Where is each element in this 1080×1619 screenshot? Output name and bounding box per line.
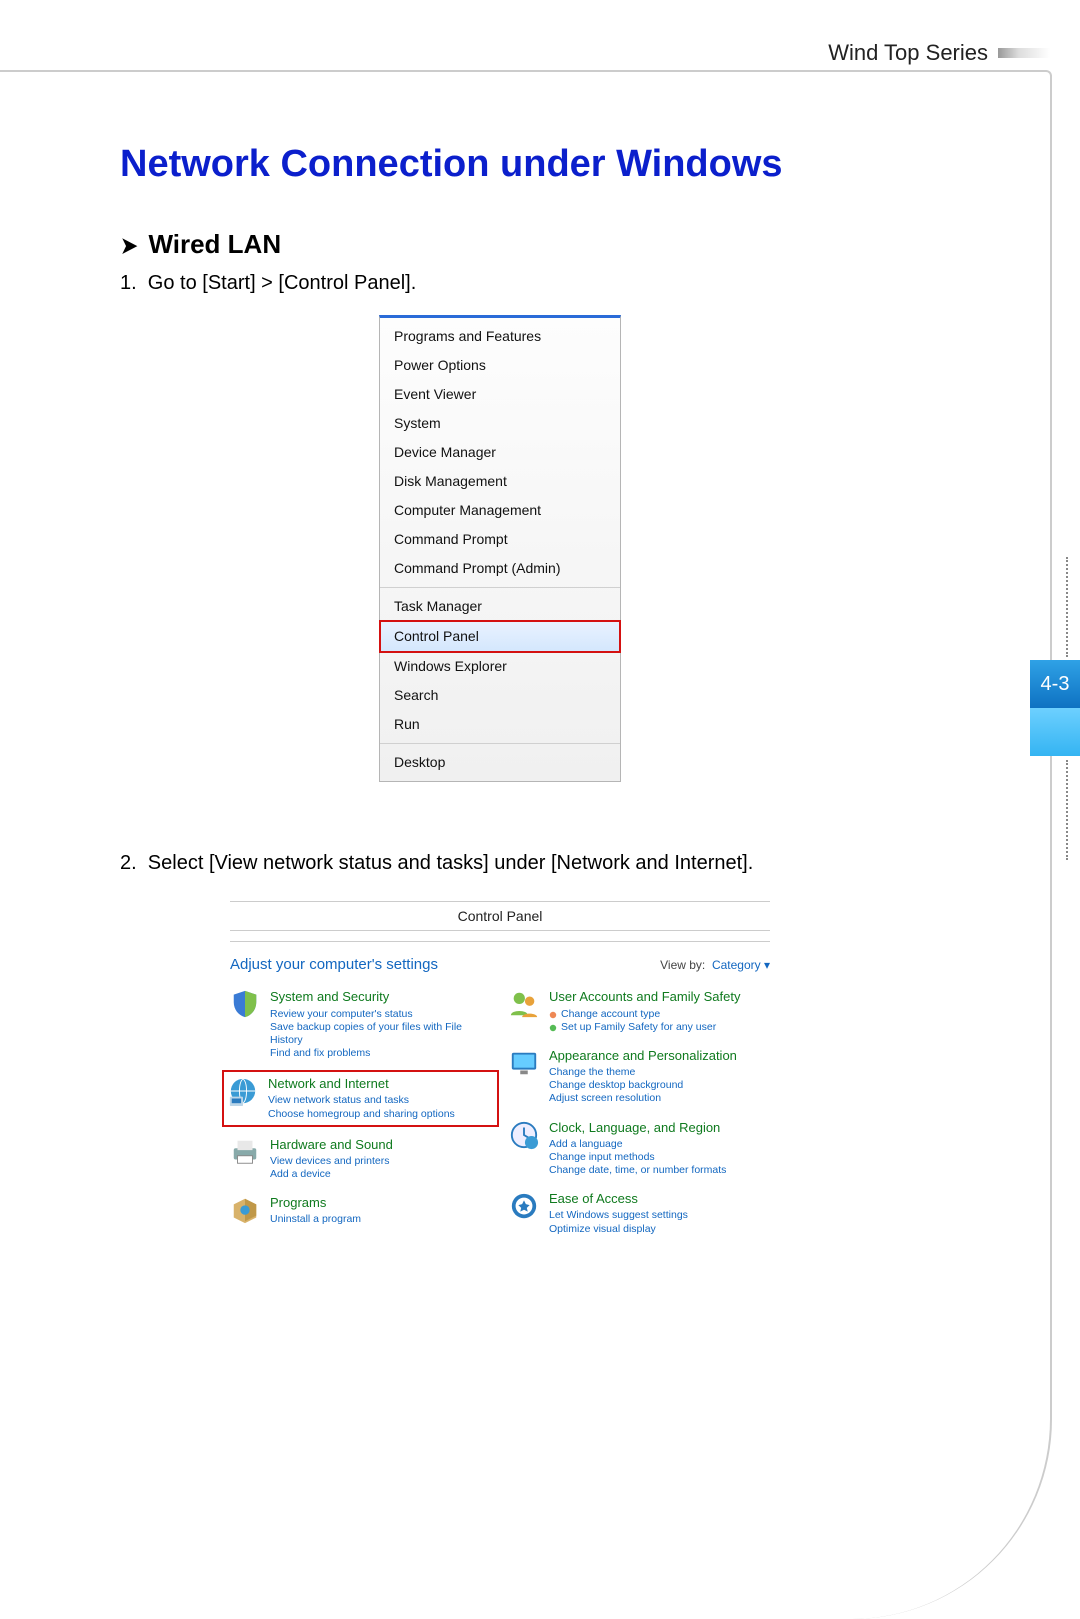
printer-icon	[230, 1137, 260, 1167]
section-heading: ➤ Wired LAN	[120, 229, 880, 260]
bullet-icon	[549, 1010, 557, 1018]
control-panel-figure: Control Panel Adjust your computer's set…	[220, 893, 780, 1273]
cp-sublink[interactable]: Let Windows suggest settings	[549, 1209, 688, 1222]
cp-columns: System and Security Review your computer'…	[230, 989, 770, 1249]
cp-sublink[interactable]: Adjust screen resolution	[549, 1092, 737, 1105]
step-2: 2. Select [View network status and tasks…	[120, 852, 880, 875]
cp-sublink[interactable]: Uninstall a program	[270, 1213, 361, 1226]
page-number-tab: 4-3	[1030, 660, 1080, 708]
menu-item[interactable]: Search	[380, 681, 620, 710]
cp-sublink[interactable]: View network status and tasks	[268, 1094, 455, 1107]
menu-item[interactable]: Programs and Features	[380, 322, 620, 351]
series-name: Wind Top Series	[828, 40, 988, 66]
start-menu-figure: Programs and FeaturesPower OptionsEvent …	[120, 315, 880, 782]
cp-sublink[interactable]: Save backup copies of your files with Fi…	[270, 1021, 491, 1047]
menu-item[interactable]: Power Options	[380, 351, 620, 380]
cp-sublink[interactable]: Choose homegroup and sharing options	[268, 1108, 455, 1121]
menu-item[interactable]: Task Manager	[380, 592, 620, 621]
step-2-text: Select [View network status and tasks] u…	[148, 852, 754, 874]
cp-category: Ease of Access Let Windows suggest settin…	[509, 1191, 770, 1236]
menu-item[interactable]: Desktop	[380, 748, 620, 777]
cp-sublink[interactable]: Change input methods	[549, 1151, 726, 1164]
cp-category: Hardware and Sound View devices and print…	[230, 1137, 491, 1182]
section-heading-text: Wired LAN	[148, 229, 281, 259]
cp-category: System and Security Review your computer'…	[230, 989, 491, 1060]
step-1: 1. Go to [Start] > [Control Panel].	[120, 272, 880, 295]
cp-category-head[interactable]: Clock, Language, and Region	[549, 1120, 726, 1136]
cp-window-title: Control Panel	[230, 904, 770, 930]
start-menu: Programs and FeaturesPower OptionsEvent …	[379, 315, 621, 782]
step-1-text: Go to [Start] > [Control Panel].	[148, 272, 416, 294]
cp-sublink[interactable]: Change date, time, or number formats	[549, 1164, 726, 1177]
globe-icon	[228, 1076, 258, 1106]
cp-category: Network and Internet View network status …	[226, 1074, 495, 1123]
menu-item[interactable]: Windows Explorer	[380, 652, 620, 681]
cp-category-head[interactable]: Ease of Access	[549, 1191, 688, 1207]
monitor-icon	[509, 1048, 539, 1078]
cp-sublink[interactable]: Find and fix problems	[270, 1047, 491, 1060]
menu-item[interactable]: Event Viewer	[380, 380, 620, 409]
cp-sublink[interactable]: Review your computer's status	[270, 1008, 491, 1021]
page-tab-accent	[1030, 708, 1080, 756]
clock-icon	[509, 1120, 539, 1150]
menu-item[interactable]: Disk Management	[380, 467, 620, 496]
cp-sublink[interactable]: Change the theme	[549, 1066, 737, 1079]
menu-item[interactable]: Command Prompt	[380, 525, 620, 554]
cp-sublink[interactable]: Add a device	[270, 1168, 393, 1181]
menu-item[interactable]: Control Panel	[380, 621, 620, 652]
side-dots-icon	[1066, 557, 1068, 657]
box-icon	[230, 1195, 260, 1225]
cp-category: Appearance and Personalization Change the…	[509, 1048, 770, 1106]
cp-category-head[interactable]: Network and Internet	[268, 1076, 455, 1092]
users-icon	[509, 989, 539, 1019]
cp-adjust-label: Adjust your computer's settings	[230, 956, 438, 973]
cp-sublink[interactable]: Add a language	[549, 1138, 726, 1151]
cp-sublink[interactable]: Set up Family Safety for any user	[549, 1021, 740, 1034]
page-title: Network Connection under Windows	[120, 140, 880, 189]
menu-item[interactable]: Command Prompt (Admin)	[380, 554, 620, 583]
cp-category-head[interactable]: Hardware and Sound	[270, 1137, 393, 1153]
cp-category-head[interactable]: System and Security	[270, 989, 491, 1005]
cp-category-head[interactable]: Programs	[270, 1195, 361, 1211]
cp-sublink[interactable]: View devices and printers	[270, 1155, 393, 1168]
cp-category-head[interactable]: Appearance and Personalization	[549, 1048, 737, 1064]
main-content: Network Connection under Windows ➤ Wired …	[120, 140, 880, 1274]
cp-viewby-label: View by:	[660, 958, 705, 972]
cp-viewby[interactable]: View by: Category ▾	[660, 958, 770, 972]
menu-item[interactable]: Device Manager	[380, 438, 620, 467]
menu-item[interactable]: Computer Management	[380, 496, 620, 525]
page-number: 4-3	[1041, 673, 1070, 696]
side-dots-icon	[1066, 760, 1068, 860]
cp-category: User Accounts and Family Safety Change ac…	[509, 989, 770, 1034]
ease-icon	[509, 1191, 539, 1221]
cp-sublink[interactable]: Change desktop background	[549, 1079, 737, 1092]
chevron-right-icon: ➤	[121, 233, 138, 259]
cp-top-bar: Adjust your computer's settings View by:…	[230, 956, 770, 973]
cp-category: Clock, Language, and Region Add a languag…	[509, 1120, 770, 1178]
bullet-icon	[549, 1023, 557, 1031]
cp-sublink[interactable]: Optimize visual display	[549, 1223, 688, 1236]
header-bar-icon	[998, 48, 1050, 58]
menu-item[interactable]: Run	[380, 710, 620, 739]
shield-icon	[230, 989, 260, 1019]
menu-item[interactable]: System	[380, 409, 620, 438]
cp-category-head[interactable]: User Accounts and Family Safety	[549, 989, 740, 1005]
page-header: Wind Top Series	[0, 40, 1060, 66]
cp-sublink[interactable]: Change account type	[549, 1008, 740, 1021]
cp-category: Programs Uninstall a program	[230, 1195, 491, 1226]
cp-viewby-value: Category ▾	[712, 958, 770, 972]
